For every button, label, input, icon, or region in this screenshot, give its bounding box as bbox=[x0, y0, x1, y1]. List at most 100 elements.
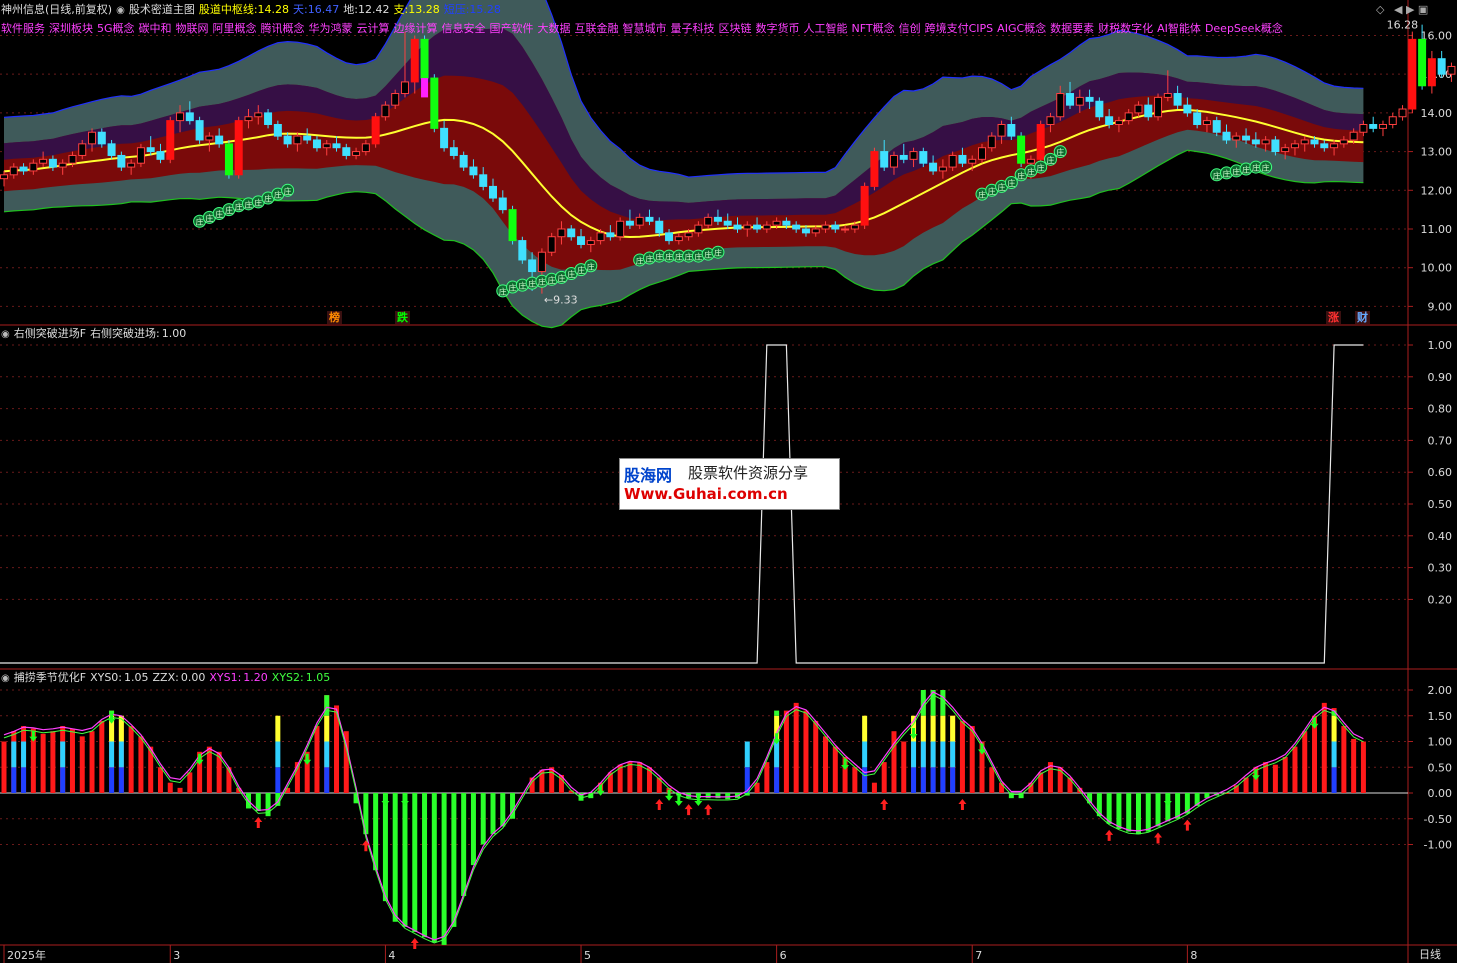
zhuang-mark-label: 庄 bbox=[1037, 163, 1045, 173]
concept-tag[interactable]: DeepSeek概念 bbox=[1205, 22, 1283, 35]
candle-body bbox=[929, 162, 938, 172]
concept-tag[interactable]: 腾讯概念 bbox=[261, 22, 305, 35]
concept-tag[interactable]: 云计算 bbox=[357, 22, 390, 35]
main-axis-tick-label: 14.00 bbox=[1421, 107, 1453, 120]
candle-body bbox=[958, 154, 967, 164]
candle-body bbox=[733, 224, 742, 230]
hist-bar bbox=[1292, 746, 1298, 793]
collapse-icon[interactable]: ◇ bbox=[1376, 3, 1384, 16]
p2-axis-tick-label: 0.60 bbox=[1428, 466, 1453, 479]
concept-tag[interactable]: 财税数字化 bbox=[1098, 22, 1153, 35]
badge-bang[interactable]: 榜 bbox=[327, 311, 342, 324]
panel2-header: ◉ 右侧突破进场F 右侧突破进场: 1.00 bbox=[1, 327, 190, 342]
hist-stack-yellow bbox=[324, 715, 330, 742]
stock-name[interactable]: 神州信息(日线,前复权) bbox=[1, 3, 112, 16]
badge-zhang[interactable]: 涨 bbox=[1326, 311, 1341, 324]
badge-die[interactable]: 跌 bbox=[395, 311, 410, 324]
concept-tag[interactable]: 人工智能 bbox=[804, 22, 848, 35]
candle-body bbox=[1222, 131, 1231, 141]
panel2-dropdown-icon[interactable]: ◉ bbox=[1, 329, 10, 340]
candle-body bbox=[596, 232, 605, 242]
concept-tag[interactable]: 互联金融 bbox=[575, 22, 619, 35]
hist-stack-blue bbox=[950, 767, 956, 793]
indicator-dropdown-icon[interactable]: ◉ bbox=[116, 5, 125, 16]
concept-tag[interactable]: 量子科技 bbox=[671, 22, 715, 35]
candle-body bbox=[723, 220, 732, 226]
indicator-name[interactable]: 股术密道主图 bbox=[129, 3, 195, 16]
hist-bar bbox=[1145, 793, 1151, 832]
candle-body bbox=[400, 81, 409, 95]
hist-stack-blue bbox=[920, 767, 926, 793]
concept-tag[interactable]: 华为鸿蒙 bbox=[309, 22, 353, 35]
concept-tag[interactable]: 国产软件 bbox=[490, 22, 534, 35]
period-label[interactable]: 日线 bbox=[1419, 948, 1441, 962]
hist-stack-cyan bbox=[774, 741, 780, 768]
candle-body bbox=[19, 166, 28, 172]
pressure-label: 短压: bbox=[443, 3, 470, 16]
hist-bar bbox=[627, 762, 633, 793]
candle-body bbox=[498, 197, 507, 211]
candle-body bbox=[919, 151, 928, 164]
concept-tag[interactable]: 跨境支付CIPS bbox=[925, 22, 994, 35]
concept-tag[interactable]: AIGC概念 bbox=[997, 22, 1046, 35]
candle-body bbox=[645, 216, 654, 222]
hist-bar bbox=[1, 741, 7, 793]
panel3-title[interactable]: 捕捞季节优化F bbox=[14, 671, 86, 684]
zhuang-mark-label: 庄 bbox=[225, 205, 233, 215]
candle-body bbox=[342, 147, 351, 156]
concept-tag[interactable]: NFT概念 bbox=[852, 22, 895, 35]
hist-bar bbox=[852, 767, 858, 793]
p2-axis-tick-label: 0.70 bbox=[1428, 434, 1453, 447]
concept-tag[interactable]: 数字货币 bbox=[756, 22, 800, 35]
concept-tag[interactable]: 阿里概念 bbox=[213, 22, 257, 35]
concept-tag[interactable]: 数据要素 bbox=[1050, 22, 1094, 35]
candle-body bbox=[1251, 139, 1260, 145]
candle-body bbox=[625, 220, 634, 226]
concept-tag[interactable]: 智慧城市 bbox=[623, 22, 667, 35]
candle-body bbox=[997, 123, 1006, 137]
candle-body bbox=[811, 228, 820, 234]
zzx-label: ZZX: bbox=[152, 671, 179, 684]
concept-tag[interactable]: AI智能体 bbox=[1157, 22, 1201, 35]
candle-body bbox=[1232, 135, 1241, 141]
sell-arrow-icon bbox=[29, 730, 38, 742]
sell-arrow-icon bbox=[381, 795, 390, 806]
concept-tag[interactable]: 碳中和 bbox=[139, 22, 172, 35]
p3-axis-tick-label: 1.00 bbox=[1428, 736, 1453, 749]
buy-arrow-icon bbox=[655, 799, 664, 810]
candle-body bbox=[772, 220, 781, 226]
concept-tag[interactable]: 大数据 bbox=[538, 22, 571, 35]
badge-cai[interactable]: 财 bbox=[1355, 311, 1370, 324]
concept-tag[interactable]: 软件服务 bbox=[1, 22, 45, 35]
concept-tag[interactable]: 信创 bbox=[899, 22, 921, 35]
concept-tag[interactable]: 信息安全 bbox=[442, 22, 486, 35]
hist-stack-cyan bbox=[1331, 741, 1337, 768]
zhuang-mark-label: 庄 bbox=[1046, 155, 1054, 165]
time-axis-label: 6 bbox=[780, 949, 787, 962]
panel3-dropdown-icon[interactable]: ◉ bbox=[1, 673, 10, 684]
main-axis-tick-label: 11.00 bbox=[1421, 223, 1453, 236]
concept-tag[interactable]: 深圳板块 bbox=[49, 22, 93, 35]
concept-tag[interactable]: 5G概念 bbox=[97, 22, 135, 35]
hist-bar bbox=[480, 793, 486, 845]
concept-tag[interactable]: 物联网 bbox=[176, 22, 209, 35]
candle-body bbox=[684, 232, 693, 238]
candle-body bbox=[332, 143, 341, 149]
buy-arrow-icon bbox=[1183, 819, 1192, 831]
candle-body bbox=[938, 166, 947, 172]
candle-body bbox=[1339, 139, 1348, 145]
xys1-value: 1.20 bbox=[243, 671, 268, 684]
candle-body bbox=[127, 162, 136, 168]
candle-body bbox=[1134, 104, 1143, 114]
zzx-value: 0.00 bbox=[180, 671, 206, 684]
concept-tag[interactable]: 边缘计算 bbox=[394, 22, 438, 35]
concept-tags: 软件服务 深圳板块 5G概念 碳中和 物联网 阿里概念 腾讯概念 华为鸿蒙 云计算 边缘计算 信息安… bbox=[1, 22, 1287, 36]
candle-body bbox=[0, 174, 8, 180]
panel2-title[interactable]: 右侧突破进场F bbox=[14, 327, 86, 340]
hist-bar bbox=[871, 782, 877, 793]
zhuang-mark-label: 庄 bbox=[1027, 166, 1035, 176]
window-controls-icon[interactable]: ◀ ▶ ▣ bbox=[1394, 3, 1428, 16]
candle-body bbox=[391, 93, 400, 106]
candle-body bbox=[831, 224, 840, 230]
concept-tag[interactable]: 区块链 bbox=[719, 22, 752, 35]
